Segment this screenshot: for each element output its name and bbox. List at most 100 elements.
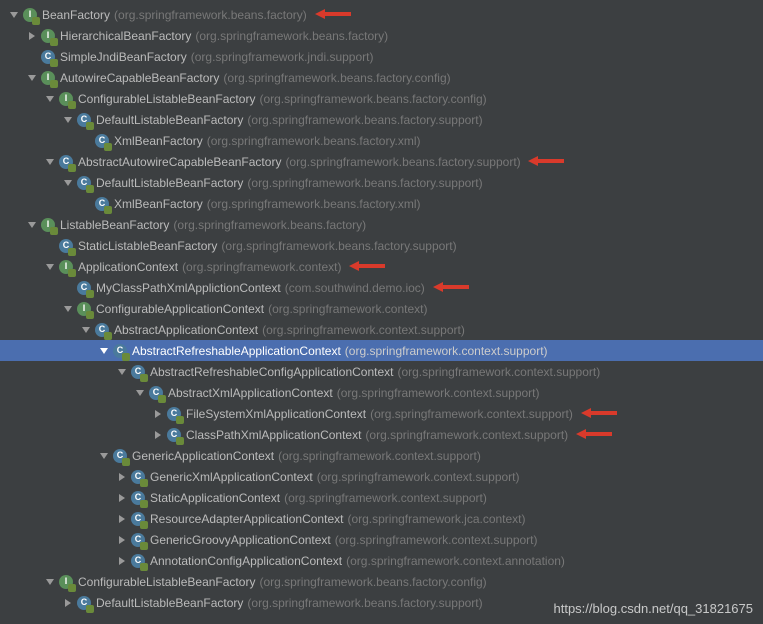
tree-row[interactable]: IBeanFactory(org.springframework.beans.f…: [0, 4, 763, 25]
expand-arrow-down-icon[interactable]: [62, 114, 74, 126]
node-package: (org.springframework.context.support): [278, 449, 481, 463]
tree-row[interactable]: CGenericApplicationContext(org.springfra…: [0, 445, 763, 466]
expand-arrow-down-icon[interactable]: [44, 261, 56, 273]
interface-icon: I: [58, 91, 74, 107]
expand-arrow-down-icon[interactable]: [80, 324, 92, 336]
expand-arrow-down-icon[interactable]: [26, 72, 38, 84]
node-package: (org.springframework.context): [182, 260, 341, 274]
node-package: (org.springframework.beans.factory.suppo…: [285, 155, 520, 169]
expand-arrow-down-icon[interactable]: [8, 9, 20, 21]
tree-row[interactable]: IConfigurableListableBeanFactory(org.spr…: [0, 571, 763, 592]
class-icon: C: [130, 511, 146, 527]
expand-arrow-right-icon[interactable]: [116, 492, 128, 504]
expand-arrow-down-icon[interactable]: [44, 156, 56, 168]
class-icon: C: [40, 49, 56, 65]
node-package: (com.southwind.demo.ioc): [285, 281, 425, 295]
arrow-spacer: [26, 51, 38, 63]
node-name: BeanFactory: [42, 8, 110, 22]
node-name: StaticListableBeanFactory: [78, 239, 217, 253]
node-name: ConfigurableListableBeanFactory: [78, 92, 255, 106]
node-package: (org.springframework.context.support): [337, 386, 540, 400]
tree-row[interactable]: CXmlBeanFactory(org.springframework.bean…: [0, 130, 763, 151]
node-name: AbstractXmlApplicationContext: [168, 386, 333, 400]
expand-arrow-right-icon[interactable]: [26, 30, 38, 42]
tree-row[interactable]: CAbstractApplicationContext(org.springfr…: [0, 319, 763, 340]
interface-icon: I: [22, 7, 38, 23]
tree-row[interactable]: IListableBeanFactory(org.springframework…: [0, 214, 763, 235]
expand-arrow-down-icon[interactable]: [62, 303, 74, 315]
interface-icon: I: [58, 574, 74, 590]
expand-arrow-right-icon[interactable]: [116, 513, 128, 525]
expand-arrow-right-icon[interactable]: [62, 597, 74, 609]
tree-row[interactable]: IConfigurableApplicationContext(org.spri…: [0, 298, 763, 319]
tree-row[interactable]: CFileSystemXmlApplicationContext(org.spr…: [0, 403, 763, 424]
tree-row[interactable]: CAnnotationConfigApplicationContext(org.…: [0, 550, 763, 571]
interface-icon: I: [76, 301, 92, 317]
expand-arrow-right-icon[interactable]: [152, 429, 164, 441]
arrow-spacer: [44, 240, 56, 252]
tree-row[interactable]: CAbstractXmlApplicationContext(org.sprin…: [0, 382, 763, 403]
node-package: (org.springframework.beans.factory.confi…: [259, 92, 486, 106]
tree-row[interactable]: IHierarchicalBeanFactory(org.springframe…: [0, 25, 763, 46]
expand-arrow-down-icon[interactable]: [98, 450, 110, 462]
tree-row[interactable]: CDefaultListableBeanFactory(org.springfr…: [0, 109, 763, 130]
annotation-arrow-icon: [313, 7, 353, 21]
expand-arrow-down-icon[interactable]: [116, 366, 128, 378]
class-icon: C: [130, 553, 146, 569]
expand-arrow-right-icon[interactable]: [116, 471, 128, 483]
node-package: (org.springframework.beans.factory.confi…: [259, 575, 486, 589]
class-icon: C: [94, 196, 110, 212]
node-name: XmlBeanFactory: [114, 197, 203, 211]
node-package: (org.springframework.context.support): [370, 407, 573, 421]
class-icon: C: [76, 280, 92, 296]
expand-arrow-right-icon[interactable]: [116, 555, 128, 567]
tree-row[interactable]: I ConfigurableListableBeanFactory (org.spr…: [0, 88, 763, 109]
tree-row[interactable]: CAbstractRefreshableConfigApplicationCon…: [0, 361, 763, 382]
expand-arrow-down-icon[interactable]: [134, 387, 146, 399]
tree-row[interactable]: CSimpleJndiBeanFactory(org.springframewo…: [0, 46, 763, 67]
tree-row[interactable]: CMyClassPathXmlApplictionContext(com.sou…: [0, 277, 763, 298]
node-name: DefaultListableBeanFactory: [96, 113, 243, 127]
node-package: (org.springframework.context.support): [335, 533, 538, 547]
tree-row[interactable]: CStaticListableBeanFactory(org.springfra…: [0, 235, 763, 256]
expand-arrow-down-icon[interactable]: [44, 93, 56, 105]
node-package: (org.springframework.beans.factory.confi…: [223, 71, 450, 85]
expand-arrow-down-icon[interactable]: [44, 576, 56, 588]
class-icon: C: [76, 112, 92, 128]
abstract-icon: C: [130, 364, 146, 380]
class-icon: C: [112, 448, 128, 464]
node-name: GenericGroovyApplicationContext: [150, 533, 331, 547]
node-name: AbstractRefreshableApplicationContext: [132, 344, 341, 358]
tree-row[interactable]: CClassPathXmlApplicationContext(org.spri…: [0, 424, 763, 445]
annotation-arrow-icon: [579, 406, 619, 420]
tree-row[interactable]: CStaticApplicationContext(org.springfram…: [0, 487, 763, 508]
node-name: DefaultListableBeanFactory: [96, 176, 243, 190]
tree-row[interactable]: CAbstractRefreshableApplicationContext(o…: [0, 340, 763, 361]
tree-row[interactable]: IApplicationContext(org.springframework.…: [0, 256, 763, 277]
tree-row[interactable]: CResourceAdapterApplicationContext(org.s…: [0, 508, 763, 529]
expand-arrow-down-icon[interactable]: [62, 177, 74, 189]
annotation-arrow-icon: [347, 259, 387, 273]
node-name: SimpleJndiBeanFactory: [60, 50, 187, 64]
interface-icon: I: [58, 259, 74, 275]
node-package: (org.springframework.context.support): [397, 365, 600, 379]
tree-row[interactable]: CGenericGroovyApplicationContext(org.spr…: [0, 529, 763, 550]
node-name: XmlBeanFactory: [114, 134, 203, 148]
tree-row[interactable]: CDefaultListableBeanFactory(org.springfr…: [0, 172, 763, 193]
expand-arrow-down-icon[interactable]: [26, 219, 38, 231]
node-name: FileSystemXmlApplicationContext: [186, 407, 366, 421]
tree-row[interactable]: CXmlBeanFactory(org.springframework.bean…: [0, 193, 763, 214]
tree-row[interactable]: IAutowireCapableBeanFactory(org.springfr…: [0, 67, 763, 88]
node-name: ResourceAdapterApplicationContext: [150, 512, 343, 526]
class-hierarchy-tree[interactable]: I BeanFactory (org.springframework.beans.f…: [0, 0, 763, 613]
expand-arrow-down-icon[interactable]: [98, 345, 110, 357]
interface-icon: I: [40, 28, 56, 44]
expand-arrow-right-icon[interactable]: [116, 534, 128, 546]
class-icon: C: [130, 490, 146, 506]
node-name: DefaultListableBeanFactory: [96, 596, 243, 610]
tree-row[interactable]: CGenericXmlApplicationContext(org.spring…: [0, 466, 763, 487]
node-name: ConfigurableApplicationContext: [96, 302, 264, 316]
tree-row[interactable]: CAbstractAutowireCapableBeanFactory(org.…: [0, 151, 763, 172]
node-package: (org.springframework.context.annotation): [346, 554, 565, 568]
expand-arrow-right-icon[interactable]: [152, 408, 164, 420]
